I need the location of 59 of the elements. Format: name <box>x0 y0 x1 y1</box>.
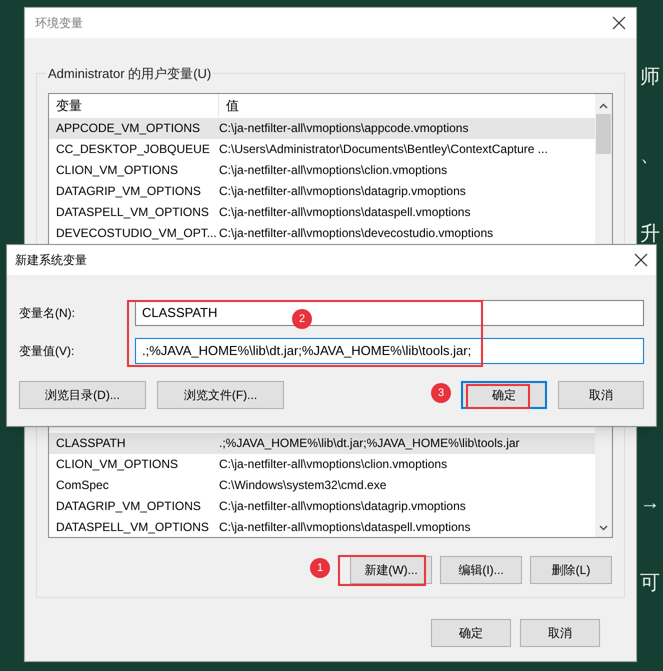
variable-name: DATASPELL_VM_OPTIONS <box>55 518 210 536</box>
dialog-button[interactable]: 新建(W)... <box>350 556 432 584</box>
scroll-down-icon <box>599 525 608 531</box>
variable-value: C:\ja-netfilter-all\vmoptions\dataspell.vmoptions <box>219 204 470 221</box>
variable-name: DATAGRIP_VM_OPTIONS <box>55 498 202 515</box>
close-icon[interactable] <box>612 16 626 30</box>
background-text: 师 <box>640 65 660 90</box>
variable-value: C:\ja-netfilter-all\vmoptions\dataspell.vmoptions <box>219 518 470 536</box>
dialog-button[interactable]: 浏览目录(D)... <box>19 381 146 409</box>
background-text: 、 <box>640 143 660 168</box>
variable-name: CLION_VM_OPTIONS <box>55 456 180 474</box>
group-label: Administrator 的用户变量(U) <box>47 65 212 83</box>
variable-value: C:\ja-netfilter-all\vmoptions\datagrip.vmoptions <box>219 183 466 200</box>
input-field[interactable]: .;%JAVA_HOME%\lib\dt.jar;%JAVA_HOME%\lib\tools.jar; <box>135 338 644 364</box>
column-header[interactable]: 值 <box>219 96 239 116</box>
variable-value: .;%JAVA_HOME%\lib\dt.jar;%JAVA_HOME%\lib\tools.jar <box>219 435 520 452</box>
scroll-up-icon <box>599 102 608 108</box>
field-label: 变量名(N): <box>19 305 76 322</box>
variable-value: C:\Users\Administrator\Documents\Bentley\ContextCapture ... <box>219 141 548 158</box>
list-row[interactable]: CLION_VM_OPTIONS C:\ja-netfilter-all\vmoptions\clion.vmoptions <box>49 160 595 180</box>
variable-name: CLASSPATH <box>55 435 127 452</box>
variable-value: C:\ja-netfilter-all\vmoptions\clion.vmoptions <box>219 456 448 474</box>
variable-name: DEVECOSTUDIO_VM_OPT... <box>55 225 218 242</box>
variable-value: C:\Windows\system32\cmd.exe <box>219 476 386 494</box>
list-row[interactable]: DATASPELL_VM_OPTIONS C:\ja-netfilter-all\vmoptions\dataspell.vmoptions <box>49 516 595 537</box>
variable-value: C:\ja-netfilter-all\vmoptions\datagrip.vmoptions <box>219 498 466 515</box>
dialog-button[interactable]: 取消 <box>558 381 644 409</box>
variable-name: CC_DESKTOP_JOBQUEUE <box>55 141 211 158</box>
dialog-button[interactable]: 编辑(I)... <box>440 556 522 584</box>
list-row[interactable]: CLION_VM_OPTIONS C:\ja-netfilter-all\vmoptions\clion.vmoptions <box>49 454 595 475</box>
list-row[interactable]: APPCODE_VM_OPTIONS C:\ja-netfilter-all\vmoptions\appcode.vmoptions <box>49 118 595 138</box>
variable-name: APPCODE_VM_OPTIONS <box>55 120 202 137</box>
dialog-button[interactable]: 浏览文件(F)... <box>157 381 284 409</box>
list-row[interactable]: DEVECOSTUDIO_VM_OPT... C:\ja-netfilter-all\vmoptions\devecostudio.vmoptions <box>49 222 595 244</box>
background-text: → <box>640 491 660 516</box>
dialog-title: 新建系统变量 <box>15 252 87 269</box>
variable-value: C:\ja-netfilter-all\vmoptions\clion.vmoptions <box>219 162 448 179</box>
dialog-button[interactable]: 取消 <box>520 619 600 647</box>
list-row[interactable]: CC_DESKTOP_JOBQUEUE C:\Users\Administrator\Documents\Bentley\ContextCapture ... <box>49 138 595 160</box>
background-text: 可 <box>640 571 660 596</box>
list-row[interactable]: DATAGRIP_VM_OPTIONS C:\ja-netfilter-all\vmoptions\datagrip.vmoptions <box>49 180 595 202</box>
list-row[interactable]: ComSpec C:\Windows\system32\cmd.exe <box>49 474 595 496</box>
scroll-thumb[interactable] <box>596 114 611 154</box>
variable-value: C:\ja-netfilter-all\vmoptions\appcode.vmoptions <box>219 120 468 137</box>
variable-name: CLION_VM_OPTIONS <box>55 162 180 179</box>
variable-name: DATAGRIP_VM_OPTIONS <box>55 183 202 200</box>
background-text: 升 <box>640 222 660 247</box>
list-row[interactable]: CLASSPATH .;%JAVA_HOME%\lib\dt.jar;%JAVA_HOME%\lib\tools.jar <box>49 433 595 454</box>
variable-name: DATASPELL_VM_OPTIONS <box>55 204 210 221</box>
close-icon[interactable] <box>634 253 648 267</box>
variable-value: C:\ja-netfilter-all\vmoptions\devecostudio.vmoptions <box>219 225 494 242</box>
window-title: 环境变量 <box>35 15 83 32</box>
list-row[interactable]: DATAGRIP_VM_OPTIONS C:\ja-netfilter-all\vmoptions\datagrip.vmoptions <box>49 495 595 516</box>
field-label: 变量值(V): <box>19 343 76 360</box>
list-row[interactable]: DATASPELL_VM_OPTIONS C:\ja-netfilter-all\vmoptions\dataspell.vmoptions <box>49 202 595 222</box>
variable-name: ComSpec <box>55 476 110 494</box>
dialog-button[interactable]: 删除(L) <box>530 556 612 584</box>
highlight-frame <box>466 384 530 409</box>
dialog-button[interactable]: 确定 <box>431 619 511 647</box>
